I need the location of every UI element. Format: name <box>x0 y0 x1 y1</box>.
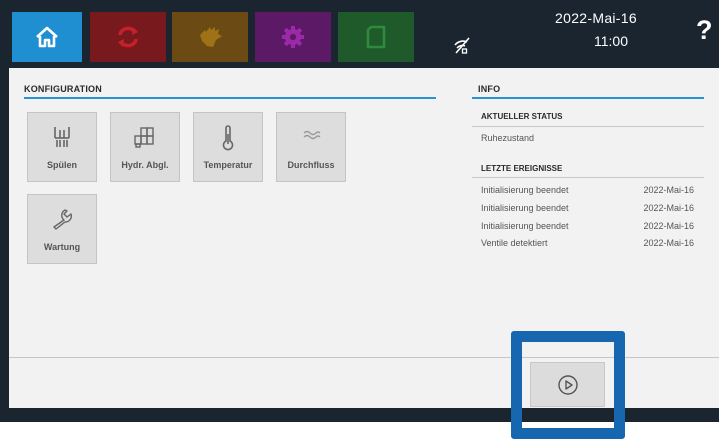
flush-icon <box>54 127 70 147</box>
event-date: 2022-Mai-16 <box>643 238 694 248</box>
cycle-arrows-icon <box>118 26 138 48</box>
events-title: LETZTE EREIGNISSE <box>481 164 563 173</box>
event-date: 2022-Mai-16 <box>643 221 694 231</box>
config-title-underline <box>24 97 436 99</box>
tile-label: Temperatur <box>203 160 253 170</box>
event-text: Initialisierung beendet <box>481 221 569 231</box>
tab-einstellungen[interactable] <box>255 12 331 62</box>
tab-protokoll[interactable] <box>338 12 414 62</box>
wrench-icon <box>53 209 73 230</box>
status-title: AKTUELLER STATUS <box>481 112 563 121</box>
event-row: Ventile detektiert 2022-Mai-16 <box>472 238 694 252</box>
event-text: Ventile detektiert <box>481 238 548 248</box>
gear-icon <box>282 26 304 48</box>
tab-home[interactable] <box>12 12 82 62</box>
status-divider <box>472 126 704 127</box>
tile-label: Wartung <box>43 242 81 252</box>
tile-label: Spülen <box>46 160 77 170</box>
tile-hydr-abgl[interactable]: Hydr. Abgl. <box>110 112 180 182</box>
event-date: 2022-Mai-16 <box>643 203 694 213</box>
tile-durchfluss[interactable]: Durchfluss <box>276 112 346 182</box>
time-display: 11:00 <box>594 33 628 49</box>
tile-label: Hydr. Abgl. <box>121 160 169 170</box>
tile-temperatur[interactable]: Temperatur <box>193 112 263 182</box>
event-row: Initialisierung beendet 2022-Mai-16 <box>472 185 694 199</box>
tab-regelung[interactable] <box>90 12 166 62</box>
tile-label: Durchfluss <box>287 160 335 170</box>
document-icon <box>366 25 386 49</box>
event-date: 2022-Mai-16 <box>643 185 694 195</box>
tab-hand[interactable] <box>172 12 248 62</box>
flow-waves-icon <box>303 130 321 140</box>
event-row: Initialisierung beendet 2022-Mai-16 <box>472 221 694 235</box>
config-title: KONFIGURATION <box>24 84 102 94</box>
date-display: 2022-Mai-16 <box>555 10 637 26</box>
top-bar: 2022-Mai-16 11:00 ? <box>0 0 719 68</box>
status-value: Ruhezustand <box>481 133 535 143</box>
event-row: Initialisierung beendet 2022-Mai-16 <box>472 203 694 217</box>
valves-icon <box>134 127 154 148</box>
tile-spuelen[interactable]: Spülen <box>27 112 97 182</box>
event-text: Initialisierung beendet <box>481 185 569 195</box>
info-title-underline <box>472 97 704 99</box>
info-title: INFO <box>478 84 501 94</box>
no-connection-icon <box>454 37 470 54</box>
event-text: Initialisierung beendet <box>481 203 569 213</box>
tile-wartung[interactable]: Wartung <box>27 194 97 264</box>
hand-icon <box>200 27 222 47</box>
home-icon <box>36 26 58 48</box>
highlight-box <box>511 331 625 439</box>
events-divider <box>472 177 704 178</box>
thermometer-icon <box>222 125 234 151</box>
help-button[interactable]: ? <box>696 15 713 45</box>
